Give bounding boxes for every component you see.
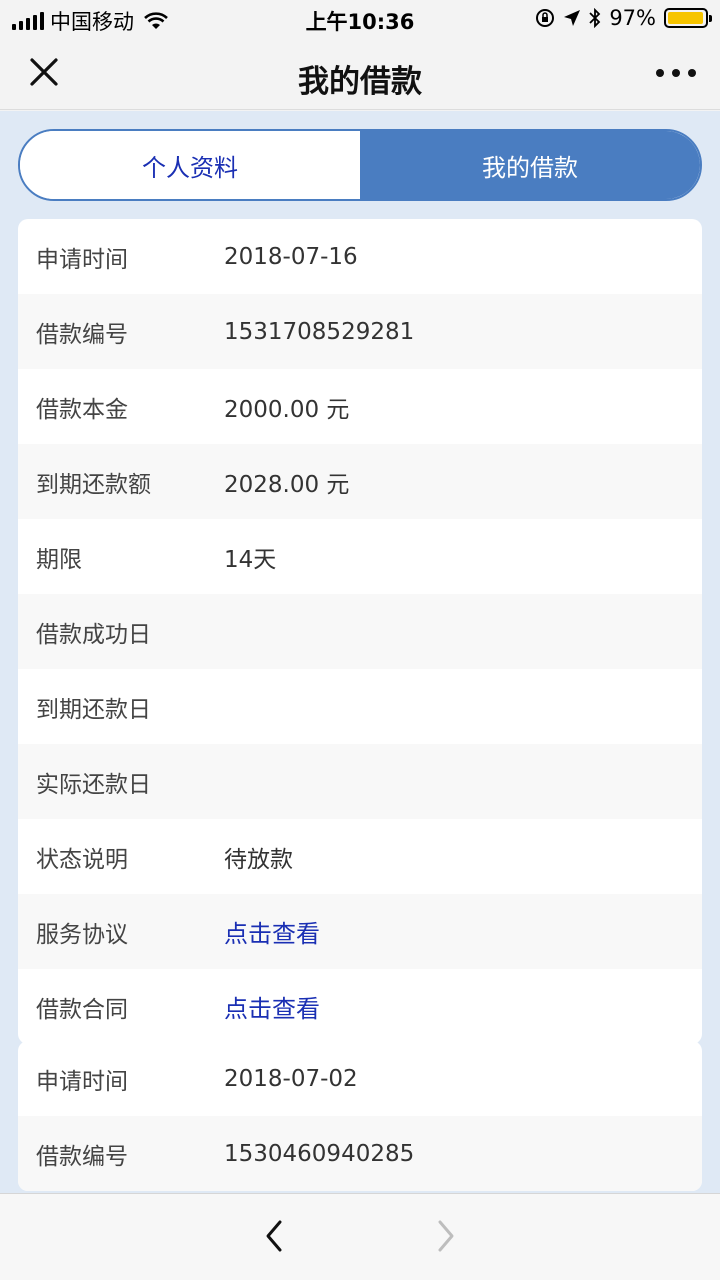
table-row: 状态说明 待放款 [18,819,702,894]
row-value: 14天 [224,546,277,573]
loan-card: 申请时间 2018-07-16 借款编号 1531708529281 借款本金 … [18,219,702,1044]
loan-contract-link[interactable]: 点击查看 [224,989,320,1024]
table-row: 借款编号 1531708529281 [18,294,702,369]
page-title: 我的借款 [298,64,422,100]
row-value: 2000.00 元 [224,396,350,423]
row-value: 2018-07-02 [224,1065,358,1092]
table-row: 借款本金 2000.00 元 [18,369,702,444]
row-label: 期限 [36,546,82,573]
row-label: 到期还款额 [36,471,151,498]
status-right: 97% [535,6,712,30]
bluetooth-icon [589,8,601,28]
row-value: 1530460940285 [224,1140,415,1167]
tab-my-loans[interactable]: 我的借款 [360,131,700,199]
table-row: 申请时间 2018-07-02 [18,1041,702,1116]
battery-icon [664,8,712,28]
table-row: 到期还款额 2028.00 元 [18,444,702,519]
row-value: 1531708529281 [224,318,415,345]
row-label: 申请时间 [36,1068,128,1095]
battery-percent: 97% [609,6,656,30]
loan-card: 申请时间 2018-07-02 借款编号 1530460940285 [18,1041,702,1191]
row-label: 借款编号 [36,321,128,348]
row-label: 申请时间 [36,246,128,273]
row-value: 2018-07-16 [224,243,358,270]
table-row: 到期还款日 [18,669,702,744]
row-label: 借款本金 [36,396,128,423]
row-label: 借款合同 [36,996,128,1023]
table-row: 申请时间 2018-07-16 [18,219,702,294]
row-label: 服务协议 [36,921,128,948]
table-row: 借款成功日 [18,594,702,669]
row-value: 2028.00 元 [224,471,350,498]
table-row: 借款编号 1530460940285 [18,1116,702,1191]
row-label: 借款编号 [36,1143,128,1170]
table-row: 服务协议 点击查看 [18,894,702,969]
more-dots-icon[interactable] [656,58,696,88]
row-label: 实际还款日 [36,771,151,798]
status-bar: 中国移动 上午10:36 97% [0,0,720,36]
table-row: 借款合同 点击查看 [18,969,702,1044]
row-label: 状态说明 [36,846,128,873]
table-row: 实际还款日 [18,744,702,819]
row-label: 借款成功日 [36,621,151,648]
main-content[interactable]: 个人资料 我的借款 申请时间 2018-07-16 借款编号 153170852… [0,111,720,1193]
tab-personal-info[interactable]: 个人资料 [20,131,360,199]
back-arrow-icon[interactable] [258,1216,290,1256]
nav-bar: 我的借款 [0,36,720,110]
service-agreement-link[interactable]: 点击查看 [224,914,320,949]
orientation-lock-icon [536,9,555,27]
row-label: 到期还款日 [36,696,151,723]
tab-segment: 个人资料 我的借款 [18,129,702,201]
status-value: 待放款 [224,846,293,873]
forward-arrow-icon[interactable] [430,1216,462,1256]
location-icon [564,10,581,26]
bottom-toolbar [0,1193,720,1280]
table-row: 期限 14天 [18,519,702,594]
